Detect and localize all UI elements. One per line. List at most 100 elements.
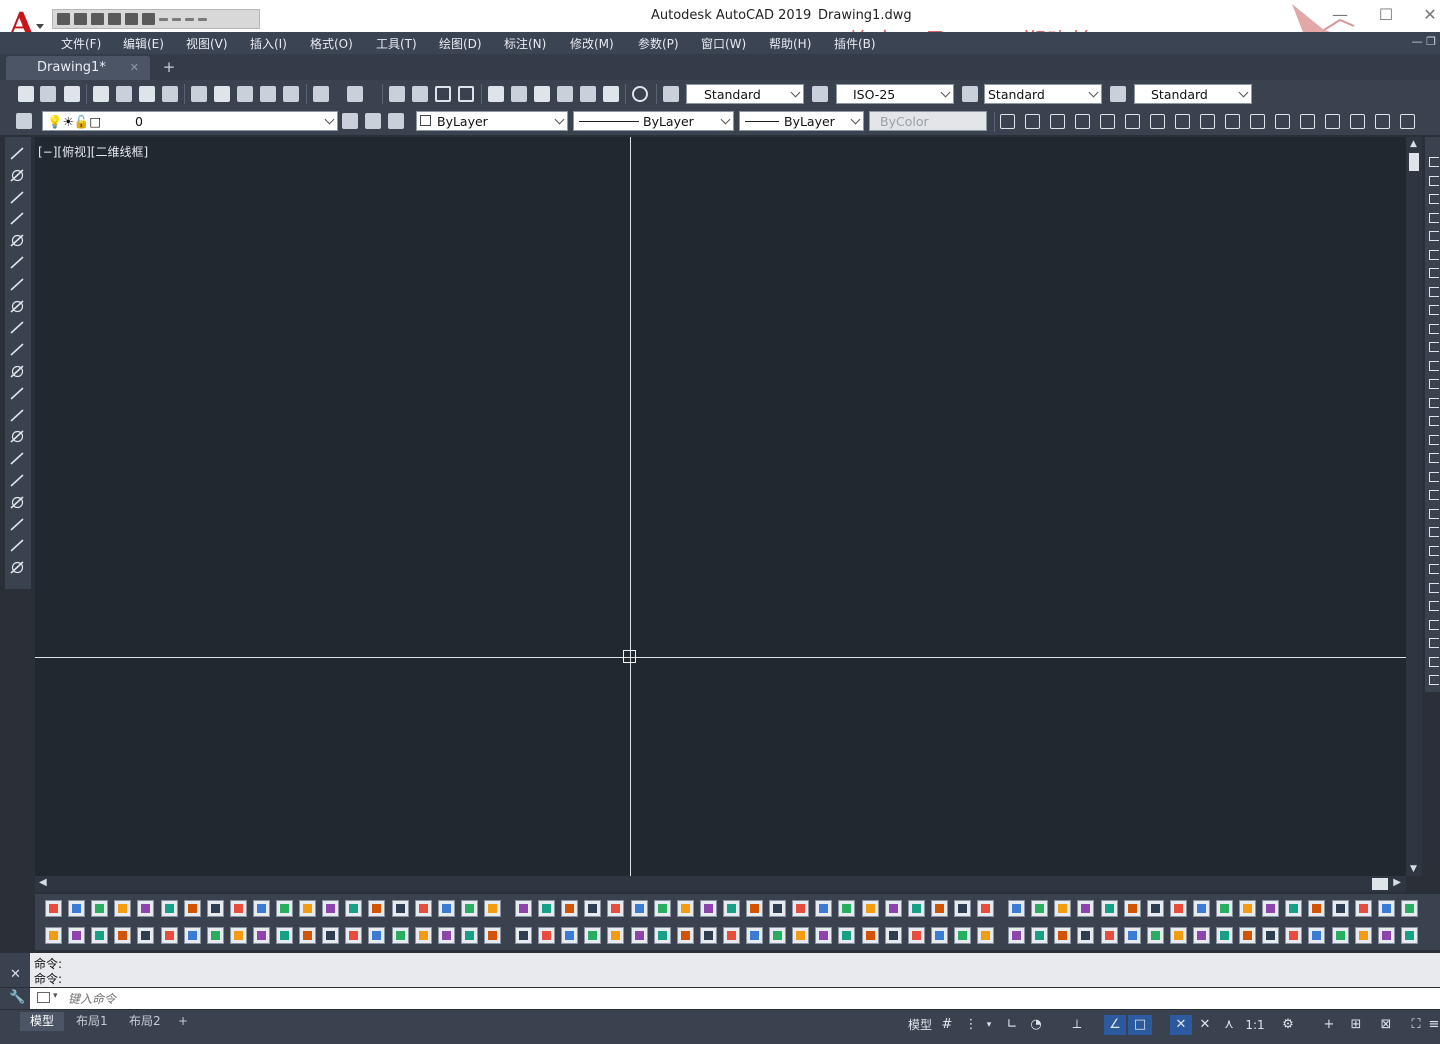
publish-icon[interactable] <box>139 86 155 102</box>
tool-2-55-icon[interactable] <box>1308 927 1326 944</box>
layer-previous-icon[interactable] <box>365 113 381 129</box>
explode-icon[interactable] <box>1429 453 1439 463</box>
copy-icon[interactable] <box>1429 175 1439 186</box>
tool-2-27-icon[interactable] <box>653 927 671 944</box>
vertical-scroll-thumb[interactable] <box>1409 153 1419 171</box>
new-layout-button[interactable]: + <box>172 1012 194 1031</box>
tolerance-icon[interactable] <box>1429 508 1439 519</box>
tool-2-18-icon[interactable] <box>437 927 455 944</box>
isodraft-icon[interactable]: ⟂ <box>1068 1015 1086 1035</box>
save-icon[interactable] <box>64 86 80 102</box>
tool-2-28-icon[interactable] <box>676 927 694 944</box>
match-properties-icon[interactable] <box>260 86 276 102</box>
tool-2-16-icon[interactable] <box>391 927 409 944</box>
scale-icon[interactable] <box>1429 286 1439 297</box>
tool-1-19-icon[interactable] <box>460 900 478 917</box>
tool-2-46-icon[interactable] <box>1100 927 1118 944</box>
tool-2-31-icon[interactable] <box>746 927 763 944</box>
redo-icon[interactable] <box>172 17 181 21</box>
menu-draw[interactable]: 绘图(D) <box>439 35 482 52</box>
tool-1-2-icon[interactable] <box>68 900 86 917</box>
annotation-visibility-icon[interactable]: ✕ <box>1170 1015 1192 1035</box>
point-icon[interactable] <box>9 428 26 445</box>
dimension-style-dropdown[interactable]: ISO-25 <box>836 84 954 104</box>
save-as-icon[interactable] <box>108 13 121 25</box>
tool-2-58-icon[interactable] <box>1377 927 1395 944</box>
tool-palettes-icon[interactable] <box>534 86 550 102</box>
tool-1-55-icon[interactable] <box>1308 900 1326 917</box>
move-icon[interactable] <box>1429 249 1439 260</box>
3d-print-icon[interactable] <box>162 86 178 102</box>
tab-layout1[interactable]: 布局1 <box>66 1012 118 1031</box>
chevron-down-icon[interactable]: ▾ <box>53 991 58 1001</box>
tool-2-44-icon[interactable] <box>1054 927 1072 944</box>
open-icon[interactable] <box>74 13 87 25</box>
tool-1-29-icon[interactable] <box>699 900 717 917</box>
tool-1-58-icon[interactable] <box>1377 900 1395 917</box>
multileader-style-icon[interactable] <box>1110 86 1126 102</box>
plot-icon[interactable] <box>125 13 138 25</box>
tool-2-7-icon[interactable] <box>183 927 201 944</box>
maximize-button[interactable]: ☐ <box>1376 6 1396 24</box>
snap-icon[interactable]: ⋮ <box>962 1015 980 1035</box>
document-window-controls[interactable]: — ❐ <box>1412 35 1436 48</box>
properties-icon[interactable] <box>488 86 504 102</box>
qnew-icon[interactable] <box>18 86 34 102</box>
tool-2-30-icon[interactable] <box>722 927 740 944</box>
menu-parametric[interactable]: 参数(P) <box>638 35 679 52</box>
undo-dropdown-icon[interactable] <box>159 17 168 21</box>
tool-1-17-icon[interactable] <box>414 900 432 917</box>
scroll-left-icon[interactable]: ◀ <box>39 877 47 888</box>
linear-dim-icon[interactable] <box>1000 114 1015 129</box>
tool-2-40-icon[interactable] <box>953 927 971 944</box>
ortho-icon[interactable]: ∟ <box>1003 1015 1021 1035</box>
multileader-style-dropdown[interactable]: Standard <box>1134 84 1252 104</box>
tool-2-25-icon[interactable] <box>607 927 625 944</box>
tool-2-36-icon[interactable] <box>861 927 879 944</box>
minimize-button[interactable]: — <box>1330 6 1350 24</box>
tool-2-51-icon[interactable] <box>1216 927 1233 944</box>
clean-screen-icon[interactable]: ⛶ <box>1406 1015 1426 1035</box>
tool-2-2-icon[interactable] <box>68 927 86 944</box>
tool-1-14-icon[interactable] <box>345 900 363 917</box>
tool-2-59-icon[interactable] <box>1400 927 1418 944</box>
command-prompt-icon[interactable] <box>37 992 50 1003</box>
override-icon[interactable] <box>1429 619 1439 630</box>
tool-1-53-icon[interactable] <box>1262 900 1280 917</box>
menu-modify[interactable]: 修改(M) <box>570 35 614 52</box>
tool-2-24-icon[interactable] <box>584 927 602 944</box>
horizontal-scrollbar[interactable]: ◀ ▶ <box>35 876 1406 892</box>
tool-2-3-icon[interactable] <box>91 927 109 944</box>
rectangle-icon[interactable] <box>9 232 26 249</box>
menu-help[interactable]: 帮助(H) <box>769 35 811 52</box>
chamfer-icon[interactable] <box>1429 416 1439 426</box>
qleader-icon[interactable] <box>1429 490 1439 500</box>
fillet-icon[interactable] <box>1429 434 1439 445</box>
insert-block-icon[interactable] <box>9 385 26 402</box>
text-style-dropdown[interactable]: Standard <box>686 84 804 104</box>
tool-1-8-icon[interactable] <box>206 900 224 917</box>
tool-2-47-icon[interactable] <box>1123 927 1141 944</box>
tool-1-56-icon[interactable] <box>1331 900 1349 917</box>
tool-1-41-icon[interactable] <box>977 900 994 917</box>
array-icon[interactable] <box>1429 231 1439 241</box>
tool-2-56-icon[interactable] <box>1331 927 1349 944</box>
tool-2-41-icon[interactable] <box>977 927 994 944</box>
tool-1-27-icon[interactable] <box>653 900 671 917</box>
tool-2-4-icon[interactable] <box>114 927 132 944</box>
extend-icon[interactable] <box>1429 342 1439 352</box>
stretch-icon[interactable] <box>1429 305 1439 315</box>
menu-view[interactable]: 视图(V) <box>186 35 228 52</box>
angular-dim-icon[interactable] <box>1175 114 1190 129</box>
polygon-icon[interactable] <box>9 210 26 227</box>
tool-1-39-icon[interactable] <box>930 900 948 917</box>
menu-plugins[interactable]: 插件(B) <box>834 35 876 52</box>
auto-scale-icon[interactable]: ✕ <box>1196 1015 1214 1035</box>
tool-1-52-icon[interactable] <box>1239 900 1257 917</box>
gradient-icon[interactable] <box>9 472 26 489</box>
tool-2-48-icon[interactable] <box>1146 927 1164 944</box>
tool-2-38-icon[interactable] <box>907 927 925 944</box>
spline-icon[interactable] <box>9 319 26 336</box>
quick-calc-icon[interactable] <box>603 86 619 102</box>
arc-icon[interactable] <box>9 254 26 271</box>
